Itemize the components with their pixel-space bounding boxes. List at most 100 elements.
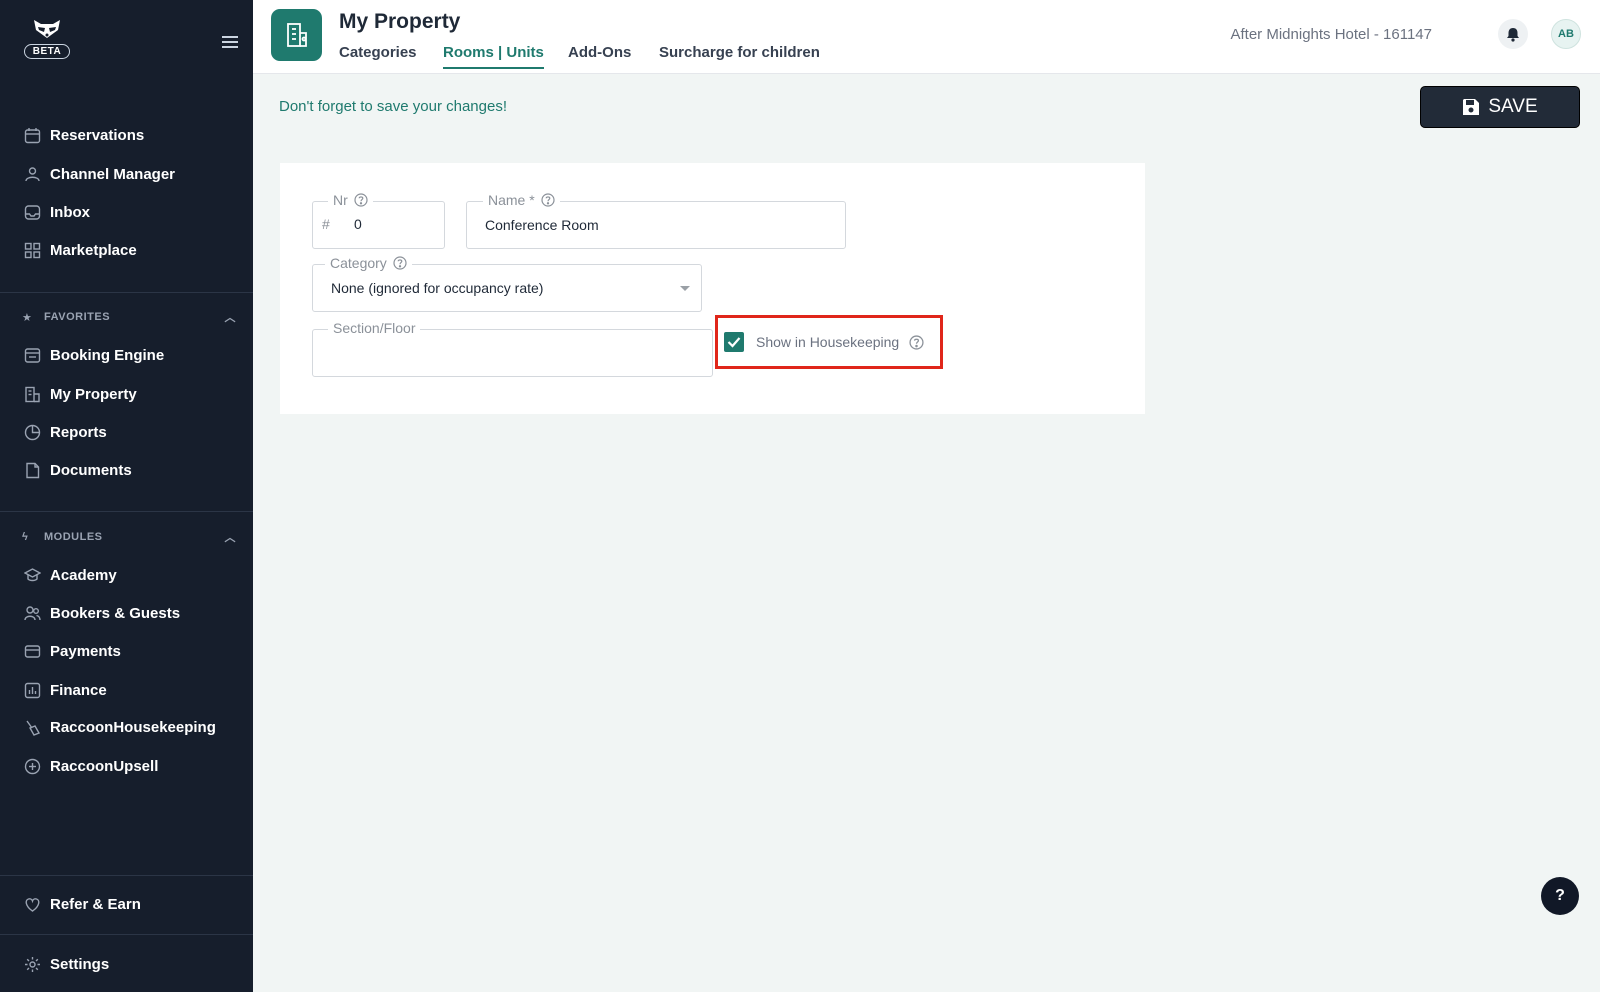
- name-field[interactable]: Name * Conference Room: [466, 192, 846, 249]
- sidebar-item-channel-manager[interactable]: Channel Manager: [22, 161, 175, 187]
- bell-icon: [1507, 27, 1519, 42]
- category-label: Category: [325, 255, 412, 271]
- name-input[interactable]: Conference Room: [485, 217, 599, 233]
- sidebar-item-label: Payments: [50, 642, 121, 660]
- save-label: SAVE: [1488, 96, 1538, 117]
- sidebar-item-label: Reservations: [50, 126, 145, 144]
- hash-prefix: #: [322, 216, 330, 232]
- users-icon: [22, 603, 42, 623]
- sidebar-item-label: Refer & Earn: [50, 895, 141, 913]
- save-button[interactable]: SAVE: [1420, 86, 1580, 128]
- document-icon: [22, 460, 42, 480]
- calendar-icon: [22, 125, 42, 145]
- sidebar-item-inbox[interactable]: Inbox: [22, 199, 90, 225]
- heart-icon: [22, 894, 42, 914]
- sidebar-item-finance[interactable]: Finance: [22, 677, 107, 703]
- sidebar-item-reports[interactable]: Reports: [22, 419, 107, 445]
- help-circle-icon[interactable]: [541, 193, 555, 207]
- category-value: None (ignored for occupancy rate): [331, 280, 544, 296]
- sidebar-item-label: Settings: [50, 955, 110, 973]
- finance-icon: [22, 680, 42, 700]
- help-circle-icon[interactable]: [909, 334, 924, 350]
- show-in-housekeeping-label: Show in Housekeeping: [756, 334, 900, 350]
- star-icon: ★: [22, 311, 33, 324]
- sidebar-item-raccoon-housekeeping[interactable]: RaccoonHousekeeping: [22, 714, 216, 740]
- show-in-housekeeping-checkbox[interactable]: [724, 332, 744, 352]
- sidebar-item-label: Documents: [50, 461, 132, 479]
- sidebar-item-bookers-guests[interactable]: Bookers & Guests: [22, 600, 180, 626]
- plus-circle-icon: [22, 756, 42, 776]
- sidebar-item-label: RaccoonHousekeeping: [50, 718, 216, 736]
- section-floor-label: Section/Floor: [328, 320, 421, 336]
- sidebar-item-booking-engine[interactable]: Booking Engine: [22, 342, 164, 368]
- logo[interactable]: BETA: [22, 18, 72, 59]
- hotel-selector[interactable]: After Midnights Hotel - 161147: [1231, 26, 1433, 43]
- channel-icon: [22, 164, 42, 184]
- modules-title: MODULES: [44, 531, 103, 543]
- avatar[interactable]: AB: [1551, 19, 1581, 49]
- notifications-button[interactable]: [1498, 19, 1528, 49]
- modules-section-header[interactable]: ϟ MODULES ︿: [22, 529, 236, 545]
- save-hint: Don't forget to save your changes!: [279, 98, 507, 115]
- menu-toggle-icon[interactable]: [222, 36, 238, 48]
- sidebar-divider: [0, 875, 253, 876]
- sidebar-item-label: Channel Manager: [50, 165, 176, 183]
- section-floor-field[interactable]: Section/Floor: [312, 320, 713, 377]
- sidebar-item-label: My Property: [50, 385, 137, 403]
- sidebar: BETA Reservations Channel Manager Inbox …: [0, 0, 253, 992]
- building-icon: [22, 384, 42, 404]
- sidebar-item-label: RaccoonUpsell: [50, 757, 159, 775]
- chevron-up-icon[interactable]: ︿: [225, 529, 237, 545]
- tab-categories[interactable]: Categories: [339, 44, 417, 67]
- pie-chart-icon: [22, 422, 42, 442]
- nr-input[interactable]: 0: [354, 216, 362, 232]
- sidebar-item-label: Inbox: [50, 203, 90, 221]
- bolt-icon: ϟ: [22, 531, 29, 543]
- favorites-title: FAVORITES: [44, 311, 111, 323]
- floppy-disk-icon: [1463, 99, 1480, 115]
- sidebar-item-settings[interactable]: Settings: [22, 951, 109, 977]
- nr-field[interactable]: Nr # 0: [312, 192, 445, 249]
- sidebar-item-label: Bookers & Guests: [50, 604, 181, 622]
- sidebar-item-marketplace[interactable]: Marketplace: [22, 237, 137, 263]
- sidebar-item-my-property[interactable]: My Property: [22, 381, 137, 407]
- nr-label: Nr: [328, 192, 373, 208]
- booking-icon: [22, 345, 42, 365]
- help-circle-icon[interactable]: [354, 193, 368, 207]
- tab-add-ons[interactable]: Add-Ons: [568, 44, 631, 67]
- name-label: Name *: [483, 192, 560, 208]
- sidebar-item-label: Marketplace: [50, 241, 137, 259]
- tab-surcharge-children[interactable]: Surcharge for children: [659, 44, 820, 67]
- top-bar: My Property Categories Rooms | Units Add…: [253, 0, 1600, 74]
- chevron-down-icon: [680, 286, 690, 291]
- category-select[interactable]: Category None (ignored for occupancy rat…: [312, 255, 702, 312]
- sidebar-item-documents[interactable]: Documents: [22, 457, 132, 483]
- property-app-icon: [271, 9, 322, 61]
- inbox-icon: [22, 202, 42, 222]
- chevron-up-icon[interactable]: ︿: [225, 309, 237, 325]
- sidebar-item-refer-earn[interactable]: Refer & Earn: [22, 891, 141, 917]
- sidebar-item-payments[interactable]: Payments: [22, 638, 121, 664]
- sidebar-item-academy[interactable]: Academy: [22, 562, 117, 588]
- page-title: My Property: [339, 10, 461, 33]
- sidebar-item-label: Reports: [50, 423, 107, 441]
- help-circle-icon[interactable]: [393, 256, 407, 270]
- sidebar-divider: [0, 934, 253, 935]
- checkmark-icon: [727, 337, 741, 348]
- sidebar-item-reservations[interactable]: Reservations: [22, 122, 144, 148]
- gear-icon: [22, 954, 42, 974]
- help-button[interactable]: ?: [1541, 877, 1579, 915]
- academy-icon: [22, 565, 42, 585]
- sidebar-divider: [0, 292, 253, 293]
- card-icon: [22, 641, 42, 661]
- sidebar-item-raccoon-upsell[interactable]: RaccoonUpsell: [22, 753, 158, 779]
- sidebar-divider: [0, 511, 253, 512]
- show-in-housekeeping-highlight: Show in Housekeeping: [715, 315, 943, 369]
- grid-icon: [22, 240, 42, 260]
- tab-rooms-units[interactable]: Rooms | Units: [443, 44, 544, 69]
- favorites-section-header[interactable]: ★ FAVORITES ︿: [22, 309, 236, 325]
- sidebar-item-label: Booking Engine: [50, 346, 165, 364]
- sidebar-item-label: Finance: [50, 681, 107, 699]
- raccoon-logo-icon: [34, 20, 60, 38]
- beta-badge: BETA: [23, 44, 71, 59]
